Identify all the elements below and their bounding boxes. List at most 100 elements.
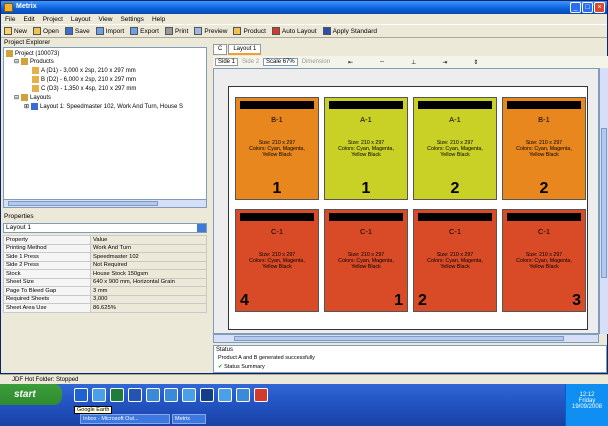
- auto-layout-label: Auto Layout: [281, 27, 317, 35]
- tile-page-number: 3: [572, 292, 581, 309]
- menu-settings[interactable]: Settings: [120, 16, 144, 23]
- table-row[interactable]: Printing Method Work And Turn: [3, 243, 207, 253]
- maximize-button[interactable]: □: [582, 2, 593, 13]
- auto-layout-button[interactable]: Auto Layout: [271, 27, 317, 35]
- taskbar-item-metrix[interactable]: Metrix: [172, 414, 206, 424]
- scale-selector[interactable]: Scale 67%: [263, 58, 298, 66]
- menu-project[interactable]: Project: [43, 16, 63, 23]
- open-button[interactable]: Open: [33, 27, 59, 35]
- layout-tile[interactable]: B-1 Size: 210 x 297 Colors: Cyan, Magenta…: [235, 97, 319, 200]
- save-button[interactable]: Save: [64, 27, 90, 35]
- apply-standard-button[interactable]: Apply Standard: [322, 27, 377, 35]
- ie-icon[interactable]: [92, 388, 106, 402]
- align-right-icon[interactable]: ⇥: [442, 59, 447, 66]
- tile-name: C-1: [270, 227, 284, 236]
- acrobat-icon[interactable]: [254, 388, 268, 402]
- menu-edit[interactable]: Edit: [23, 16, 34, 23]
- browser-icon[interactable]: [182, 388, 196, 402]
- scroll-thumb[interactable]: [601, 128, 607, 278]
- press-sheet[interactable]: B-1 Size: 210 x 297 Colors: Cyan, Magenta…: [228, 86, 588, 330]
- layout-tile[interactable]: C-1 Size: 210 x 297 Colors: Cyan, Magenta…: [413, 209, 497, 312]
- table-row[interactable]: Side 2 Press Not Required: [3, 260, 207, 270]
- app-icon[interactable]: [236, 388, 250, 402]
- table-row[interactable]: Stock House Stock 150gsm: [3, 269, 207, 279]
- prop-value[interactable]: 640 x 900 mm, Horizontal Grain: [90, 277, 207, 287]
- messenger-icon[interactable]: [164, 388, 178, 402]
- dimension-button[interactable]: Dimension: [302, 59, 330, 65]
- scroll-thumb[interactable]: [234, 336, 564, 341]
- layout-tile[interactable]: B-1 Size: 210 x 297 Colors: Cyan, Magenta…: [502, 97, 586, 200]
- status-summary[interactable]: ✔ Status Summary: [218, 364, 265, 370]
- tree-layouts[interactable]: ⊟ Layouts: [14, 94, 51, 101]
- table-row[interactable]: Sheet Size 640 x 900 mm, Horizontal Grain: [3, 277, 207, 287]
- taskbar: start Inbox - Microsoft Out... Metrix 12…: [0, 384, 608, 426]
- align-left-icon[interactable]: ⇤: [348, 59, 353, 66]
- distribute-icon[interactable]: ⇕: [473, 59, 478, 66]
- tree-product-a[interactable]: A (D1) - 3,000 x 2sp, 210 x 297 mm: [32, 67, 136, 74]
- tree-product-c[interactable]: C (D3) - 1,350 x 4sp, 210 x 297 mm: [32, 85, 136, 92]
- export-button[interactable]: Export: [130, 27, 159, 35]
- table-row[interactable]: Side 1 Press Speedmaster 102: [3, 252, 207, 262]
- side-1-button[interactable]: Side 1: [215, 58, 239, 66]
- prop-value[interactable]: 3,000: [90, 294, 207, 304]
- tree-product-b[interactable]: B (D2) - 6,000 x 2sp, 210 x 297 mm: [32, 76, 136, 83]
- minimize-button[interactable]: _: [570, 2, 581, 13]
- status-title: Status: [216, 347, 234, 353]
- preview-button[interactable]: Preview: [194, 27, 227, 35]
- canvas-vertical-scrollbar[interactable]: [599, 68, 608, 334]
- start-button[interactable]: start: [0, 384, 62, 405]
- menu-help[interactable]: Help: [152, 16, 165, 23]
- photoshop-icon[interactable]: [200, 388, 214, 402]
- properties-selector[interactable]: Layout 1: [3, 223, 207, 233]
- canvas-horizontal-scrollbar[interactable]: [213, 334, 599, 343]
- layout-canvas[interactable]: B-1 Size: 210 x 297 Colors: Cyan, Magenta…: [213, 68, 599, 334]
- tree-project[interactable]: Project (100073): [6, 50, 59, 57]
- new-button[interactable]: New: [4, 27, 27, 35]
- print-button[interactable]: Print: [164, 27, 188, 35]
- title-bar[interactable]: Metrix _ □ ×: [1, 1, 607, 14]
- prop-name: Sheet Area Use: [3, 303, 91, 313]
- app-icon[interactable]: [218, 388, 232, 402]
- align-center-icon[interactable]: ⇔: [379, 59, 385, 65]
- product-button[interactable]: Product: [233, 27, 266, 35]
- prop-value[interactable]: House Stock 150gsm: [90, 269, 207, 279]
- prop-value[interactable]: Speedmaster 102: [90, 252, 207, 262]
- scroll-thumb[interactable]: [8, 201, 158, 206]
- outlook-icon[interactable]: [146, 388, 160, 402]
- side-2-button[interactable]: Side 2: [242, 59, 259, 65]
- tab-layout-1[interactable]: Layout 1: [228, 44, 262, 55]
- layout-tile[interactable]: C-1 Size: 210 x 297 Colors: Cyan, Magenta…: [324, 209, 408, 312]
- table-row[interactable]: Page To Bleed Gap 3 mm: [3, 286, 207, 296]
- word-icon[interactable]: [128, 388, 142, 402]
- import-icon: [95, 27, 104, 35]
- header-property: Property: [3, 235, 91, 245]
- tree-products[interactable]: ⊟ Products: [14, 58, 54, 65]
- table-row[interactable]: Sheet Area Use 86.625%: [3, 303, 207, 313]
- tab-c[interactable]: C: [213, 44, 228, 55]
- prop-value[interactable]: 86.625%: [90, 303, 207, 313]
- close-button[interactable]: ×: [594, 2, 605, 13]
- menu-file[interactable]: File: [5, 16, 15, 23]
- layout-tile[interactable]: A-1 Size: 210 x 297 Colors: Cyan, Magenta…: [324, 97, 408, 200]
- explorer-scrollbar[interactable]: [3, 199, 207, 208]
- taskbar-item-inbox[interactable]: Inbox - Microsoft Out...: [80, 414, 170, 424]
- prop-value[interactable]: Work And Turn: [90, 243, 207, 253]
- google-earth-icon[interactable]: [74, 388, 88, 402]
- color-bar: [329, 101, 403, 109]
- layout-tile[interactable]: C-1 Size: 210 x 297 Colors: Cyan, Magenta…: [502, 209, 586, 312]
- properties-selected-value: Layout 1: [6, 224, 31, 231]
- prop-value[interactable]: Not Required: [90, 260, 207, 270]
- table-row[interactable]: Required Sheets 3,000: [3, 294, 207, 304]
- prop-value[interactable]: 3 mm: [90, 286, 207, 296]
- menu-layout[interactable]: Layout: [71, 16, 91, 23]
- align-bottom-icon[interactable]: ⊥: [411, 59, 416, 66]
- prop-name: Side 2 Press: [3, 260, 91, 270]
- dropdown-arrow-icon[interactable]: [197, 224, 206, 232]
- import-button[interactable]: Import: [95, 27, 124, 35]
- status-summary-label: Status Summary: [224, 364, 265, 370]
- menu-view[interactable]: View: [98, 16, 112, 23]
- layout-tile[interactable]: C-1 Size: 210 x 297 Colors: Cyan, Magenta…: [235, 209, 319, 312]
- layout-tile[interactable]: A-1 Size: 210 x 297 Colors: Cyan, Magenta…: [413, 97, 497, 200]
- excel-icon[interactable]: [110, 388, 124, 402]
- tree-layout-1[interactable]: ⊞ Layout 1: Speedmaster 102, Work And Tu…: [24, 103, 183, 110]
